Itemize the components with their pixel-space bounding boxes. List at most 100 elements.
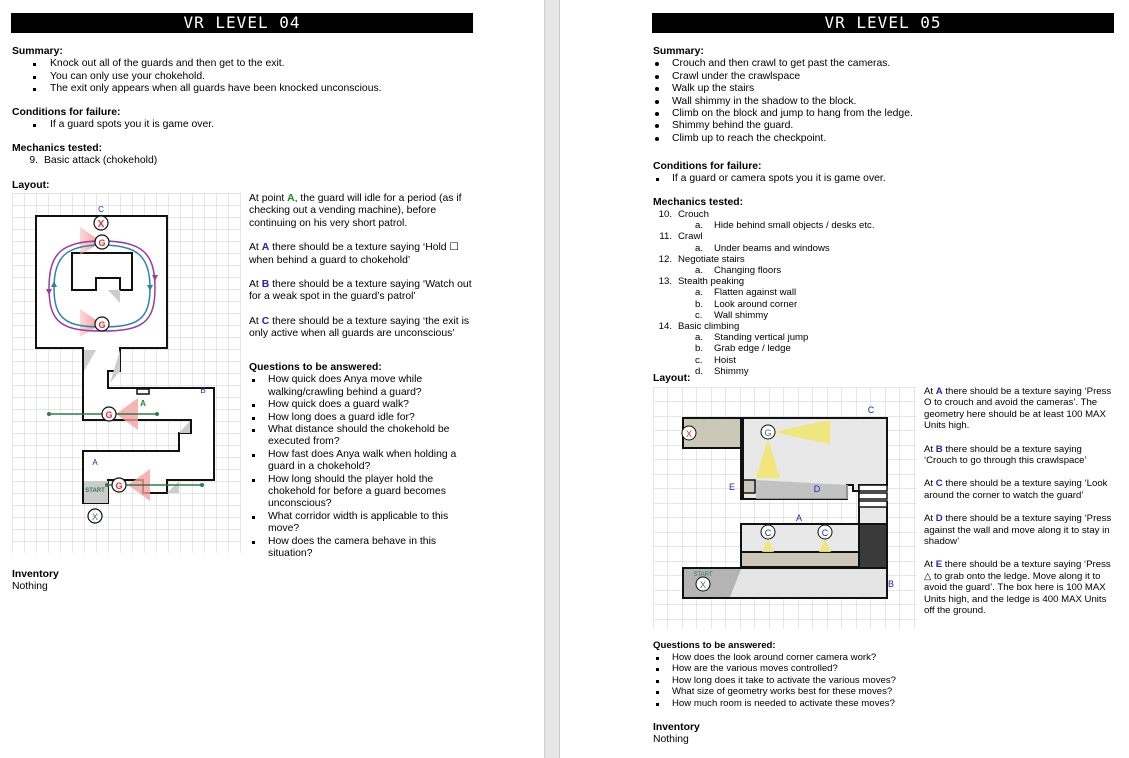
subitem-text: Look around corner [714, 298, 798, 310]
level-title: VR LEVEL 04 [11, 13, 473, 33]
mechanic-subitem: c. Wall shimmy [640, 310, 1113, 321]
subitem-text: Under beams and windows [714, 242, 830, 254]
list-item: How are the various moves controlled? [653, 663, 1113, 675]
svg-text:C: C [822, 528, 829, 538]
inventory-section: Inventory Nothing [12, 569, 59, 594]
mechanic-subitem: b. Look around corner [640, 299, 1113, 310]
map-label-a-blue: A [92, 458, 98, 467]
list-item: Knock out all of the guards and then get… [12, 58, 482, 70]
level-04-map: X G G G G START X C B A A [12, 193, 241, 553]
layout-heading: Layout: [653, 373, 691, 384]
list-item: What distance should the chokehold be ex… [249, 424, 477, 449]
point-marker-label: B [935, 443, 943, 455]
map-label-a: A [796, 513, 802, 523]
mechanics-list: 10. Crouch a. Hide behind small objects / d… [640, 209, 1113, 377]
svg-text:X: X [98, 219, 105, 230]
map-label-d: D [814, 484, 821, 494]
list-item: What size of geometry works best for the… [653, 686, 1113, 698]
page-vr-level-05: VR LEVEL 05 Summary: Crouch and then cra… [560, 0, 1129, 758]
mechanic-number: 12. [658, 253, 672, 265]
subitem-letter: a. [695, 242, 704, 254]
layout-note: At B there should be a texture saying ‘C… [924, 444, 1114, 467]
mechanic-number: 9. [29, 155, 38, 167]
mechanic-label: Basic attack (chokehold) [44, 155, 158, 167]
inventory-value: Nothing [12, 581, 48, 593]
questions-list: How quick does Anya move while walking/c… [249, 374, 477, 560]
note-text: At [249, 315, 262, 327]
page-vr-level-04: VR LEVEL 04 Summary: Knock out all of th… [0, 0, 544, 758]
mechanic-subitem: a. Changing floors [640, 265, 1113, 276]
subitem-letter: a. [695, 332, 704, 344]
note-text: there should be a texture saying ‘Press … [924, 513, 1112, 548]
subitem-text: Shimmy [714, 365, 749, 377]
svg-text:G: G [98, 238, 105, 248]
map-label-a-green: A [140, 399, 146, 408]
mechanic-item: 14. Basic climbing [640, 321, 1113, 332]
failure-section: Conditions for failure: If a guard or ca… [653, 161, 1113, 186]
list-item: The exit only appears when all guards ha… [12, 83, 482, 95]
layout-notes: At A there should be a texture saying ‘P… [924, 386, 1114, 629]
list-item: How much room is needed to activate thes… [653, 698, 1113, 710]
note-text: there should be a texture saying ‘Look a… [924, 478, 1108, 501]
note-text: there should be a texture saying ‘Hold ☐… [249, 242, 459, 266]
exit-marker: X [93, 215, 109, 231]
inventory-heading: Inventory [653, 722, 700, 733]
note-text: At [924, 559, 936, 571]
questions-heading: Questions to be answered: [249, 362, 382, 373]
layout-note: At A there should be a texture saying ‘H… [249, 242, 477, 267]
subitem-letter: b. [695, 298, 704, 310]
mechanic-subitem: a. Hide behind small objects / desks etc. [640, 220, 1113, 231]
summary-list: Knock out all of the guards and then get… [12, 58, 482, 95]
summary-heading: Summary: [12, 46, 63, 57]
svg-text:START: START [85, 488, 105, 494]
subitem-letter: a. [695, 220, 704, 232]
guard-marker: G [94, 234, 110, 250]
mechanic-subitem: d. Shimmy [640, 366, 1113, 377]
map-label-c: C [98, 205, 104, 214]
list-item: Crouch and then crawl to get past the ca… [653, 58, 1113, 70]
list-item: You can only use your chokehold. [12, 71, 482, 83]
mechanic-subitem: a. Flatten against wall [640, 287, 1113, 298]
note-text: At [924, 443, 936, 455]
list-item: What corridor width is applicable to thi… [249, 511, 477, 536]
svg-text:X: X [92, 512, 98, 522]
list-item: How quick does Anya move while walking/c… [249, 374, 477, 399]
map-label-b: B [200, 386, 205, 395]
note-text: At [924, 513, 936, 525]
mechanic-label: Crouch [678, 209, 709, 220]
mechanic-item: 12. Negotiate stairs [640, 254, 1113, 265]
mechanic-label: Negotiate stairs [678, 253, 745, 265]
mechanic-number: 14. [658, 321, 672, 333]
summary-section: Summary: Crouch and then crawl to get pa… [653, 46, 1113, 145]
mechanic-subitem: a. Standing vertical jump [640, 332, 1113, 343]
mechanic-label: Crawl [678, 231, 703, 243]
failure-heading: Conditions for failure: [12, 107, 121, 118]
mechanics-heading: Mechanics tested: [12, 143, 103, 154]
summary-heading: Summary: [653, 46, 704, 57]
mechanic-number: 13. [658, 276, 672, 288]
subitem-letter: c. [695, 354, 703, 366]
list-item: How quick does a guard walk? [249, 399, 477, 411]
mechanic-item: 13. Stealth peaking [640, 276, 1113, 287]
subitem-text: Wall shimmy [714, 309, 769, 321]
subitem-text: Flatten against wall [714, 287, 797, 299]
note-text: there should be a texture saying ‘Press … [924, 559, 1111, 617]
layout-heading: Layout: [12, 180, 50, 191]
layout-note: At D there should be a texture saying ‘P… [924, 513, 1114, 547]
note-text: there should be a texture saying ‘Watch … [249, 279, 472, 303]
page-gutter [544, 0, 560, 758]
svg-text:G: G [115, 481, 122, 491]
point-marker-label: A [287, 193, 295, 204]
inventory-value: Nothing [653, 734, 689, 746]
mechanic-label: Basic climbing [678, 321, 740, 333]
level-05-map: X G C C START X C A B D E [653, 387, 916, 629]
mechanic-subitem: b. Grab edge / ledge [640, 343, 1113, 354]
guard-marker: G [760, 424, 776, 440]
svg-text:G: G [105, 410, 112, 420]
subitem-letter: d. [695, 365, 704, 377]
layout-notes: At point A, the guard will idle for a pe… [249, 193, 477, 353]
mechanic-number: 10. [658, 209, 672, 220]
failure-heading: Conditions for failure: [653, 161, 762, 172]
level-title: VR LEVEL 05 [652, 13, 1114, 33]
subitem-letter: b. [695, 343, 704, 355]
